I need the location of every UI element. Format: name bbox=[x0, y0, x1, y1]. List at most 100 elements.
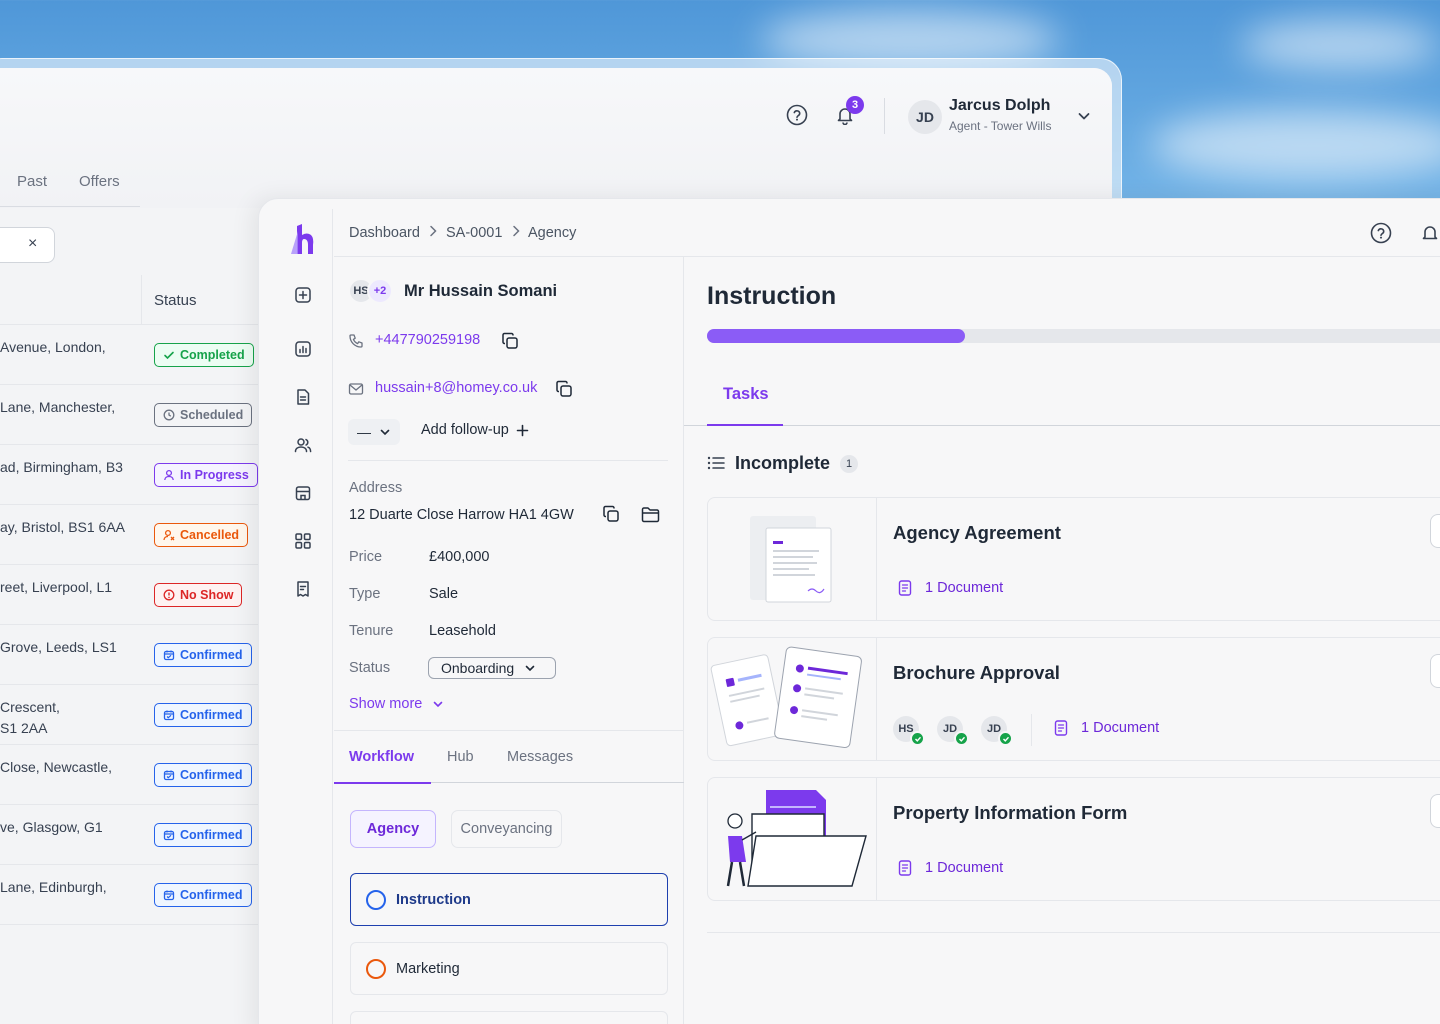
chip-conveyancing[interactable]: Conveyancing bbox=[451, 810, 562, 848]
add-square-icon[interactable] bbox=[292, 284, 314, 306]
stage-instruction[interactable]: Instruction bbox=[350, 873, 668, 926]
type-value: Sale bbox=[429, 586, 459, 602]
status-badge: Confirmed bbox=[154, 703, 252, 727]
grid-icon[interactable] bbox=[292, 530, 314, 552]
extra-contacts-avatar[interactable]: +2 bbox=[367, 278, 393, 304]
table-row[interactable]: reet, Liverpool, L1 No Show bbox=[0, 565, 260, 625]
table-row[interactable]: Grove, Leeds, LS1 Confirmed bbox=[0, 625, 260, 685]
breadcrumb-sale[interactable]: SA-0001 bbox=[446, 225, 502, 241]
folder-icon[interactable] bbox=[640, 504, 660, 524]
copy-icon[interactable] bbox=[500, 331, 520, 351]
copy-icon[interactable] bbox=[601, 504, 621, 524]
phone-link[interactable]: +447790259198 bbox=[375, 332, 480, 348]
task-card[interactable]: Brochure Approval HS JD JD 1 Document bbox=[707, 637, 1440, 761]
help-icon[interactable] bbox=[786, 104, 808, 126]
status-value: Onboarding bbox=[441, 660, 515, 676]
column-divider bbox=[141, 275, 142, 325]
stage-next[interactable] bbox=[350, 1011, 668, 1024]
chart-icon[interactable] bbox=[292, 338, 314, 360]
document-count: 1 Document bbox=[1081, 720, 1160, 736]
help-icon[interactable] bbox=[1370, 222, 1392, 244]
copy-icon[interactable] bbox=[554, 379, 574, 399]
task-action-button[interactable] bbox=[1430, 794, 1440, 828]
document-icon bbox=[1054, 720, 1068, 736]
status-icon bbox=[163, 349, 175, 361]
task-action-button[interactable] bbox=[1430, 654, 1440, 688]
assignee-avatar[interactable]: JD bbox=[981, 716, 1013, 746]
task-title: Property Information Form bbox=[893, 802, 1128, 823]
assignee-avatar[interactable]: JD bbox=[937, 716, 969, 746]
divider bbox=[431, 782, 684, 783]
document-icon[interactable] bbox=[292, 386, 314, 408]
document-link[interactable]: 1 Document bbox=[898, 860, 1003, 876]
table-row[interactable]: ve, Glasgow, G1 Confirmed bbox=[0, 805, 260, 865]
table-row[interactable]: ay, Bristol, BS1 6AA Cancelled bbox=[0, 505, 260, 565]
group-label[interactable]: Incomplete bbox=[735, 453, 830, 474]
notification-badge: 3 bbox=[846, 96, 864, 114]
task-title: Brochure Approval bbox=[893, 662, 1060, 683]
add-followup-button[interactable]: Add follow-up bbox=[421, 422, 529, 438]
receipt-icon[interactable] bbox=[292, 578, 314, 600]
table-row[interactable]: Lane, Edinburgh, Confirmed bbox=[0, 865, 260, 925]
task-card[interactable]: Property Information Form 1 Document bbox=[707, 777, 1440, 901]
logo-icon[interactable] bbox=[285, 221, 321, 257]
status-label: In Progress bbox=[180, 468, 249, 482]
chip-agency[interactable]: Agency bbox=[350, 810, 436, 848]
list-icon bbox=[707, 454, 725, 472]
document-link[interactable]: 1 Document bbox=[1054, 720, 1159, 736]
status-icon bbox=[163, 709, 175, 721]
status-icon bbox=[163, 469, 175, 481]
email-link[interactable]: hussain+8@homey.co.uk bbox=[375, 380, 537, 396]
address-cell: ay, Bristol, BS1 6AA bbox=[0, 519, 126, 535]
status-icon bbox=[163, 889, 175, 901]
plus-icon bbox=[516, 424, 529, 436]
table-row[interactable]: Lane, Manchester, Scheduled bbox=[0, 385, 260, 445]
tab-offers[interactable]: Offers bbox=[79, 173, 120, 190]
progress-bar bbox=[707, 329, 1440, 343]
address-cell: Crescent, bbox=[0, 699, 60, 715]
status-label: Completed bbox=[180, 348, 245, 362]
assignee-avatar[interactable]: HS bbox=[893, 716, 925, 746]
tabs-divider bbox=[0, 206, 140, 207]
document-link[interactable]: 1 Document bbox=[898, 580, 1003, 596]
task-action-button[interactable] bbox=[1430, 514, 1440, 548]
tab-past[interactable]: Past bbox=[17, 173, 47, 190]
store-icon[interactable] bbox=[292, 482, 314, 504]
tab-messages[interactable]: Messages bbox=[507, 749, 573, 765]
chevron-right-icon bbox=[510, 224, 522, 241]
status-select[interactable]: Onboarding bbox=[428, 657, 556, 679]
tab-workflow[interactable]: Workflow bbox=[349, 749, 414, 765]
document-icon bbox=[898, 860, 912, 876]
users-icon[interactable] bbox=[292, 434, 314, 456]
avatar[interactable]: JD bbox=[908, 100, 942, 134]
show-more-button[interactable]: Show more bbox=[349, 696, 444, 712]
followup-priority-select[interactable]: — bbox=[348, 419, 400, 445]
stage-label: Marketing bbox=[396, 960, 460, 977]
price-value: £400,000 bbox=[429, 549, 490, 565]
table-header bbox=[0, 275, 260, 325]
table-row[interactable]: Close, Newcastle, Confirmed bbox=[0, 745, 260, 805]
property-window: Dashboard SA-0001 Agency HS +2 Mr Hussai… bbox=[258, 198, 1440, 1024]
status-column-header[interactable]: Status bbox=[154, 292, 197, 309]
task-illustration bbox=[708, 778, 877, 900]
task-card[interactable]: Agency Agreement 1 Document bbox=[707, 497, 1440, 621]
stage-marketing[interactable]: Marketing bbox=[350, 942, 668, 995]
tab-tasks[interactable]: Tasks bbox=[723, 385, 769, 404]
chevron-down-icon[interactable] bbox=[1074, 106, 1094, 126]
clear-search-icon[interactable]: × bbox=[28, 235, 37, 253]
table-row[interactable]: ad, Birmingham, B3 In Progress bbox=[0, 445, 260, 505]
status-label: Confirmed bbox=[180, 648, 243, 662]
tab-hub[interactable]: Hub bbox=[447, 749, 474, 765]
chevron-down-icon bbox=[434, 701, 443, 708]
status-icon bbox=[163, 589, 175, 601]
add-followup-label: Add follow-up bbox=[421, 422, 509, 438]
breadcrumb-dashboard[interactable]: Dashboard bbox=[349, 225, 420, 241]
table-row[interactable]: Avenue, London, Completed bbox=[0, 325, 260, 385]
tab-underline bbox=[334, 782, 431, 784]
table-row[interactable]: Crescent, S1 2AA Confirmed bbox=[0, 685, 260, 745]
address-cell: Close, Newcastle, bbox=[0, 759, 113, 775]
instruction-panel: Instruction Tasks Incomplete 1 Agency Ag… bbox=[684, 257, 1440, 1024]
check-icon bbox=[910, 731, 925, 746]
user-name: Jarcus Dolph bbox=[949, 97, 1051, 114]
bell-icon[interactable] bbox=[1420, 223, 1440, 243]
